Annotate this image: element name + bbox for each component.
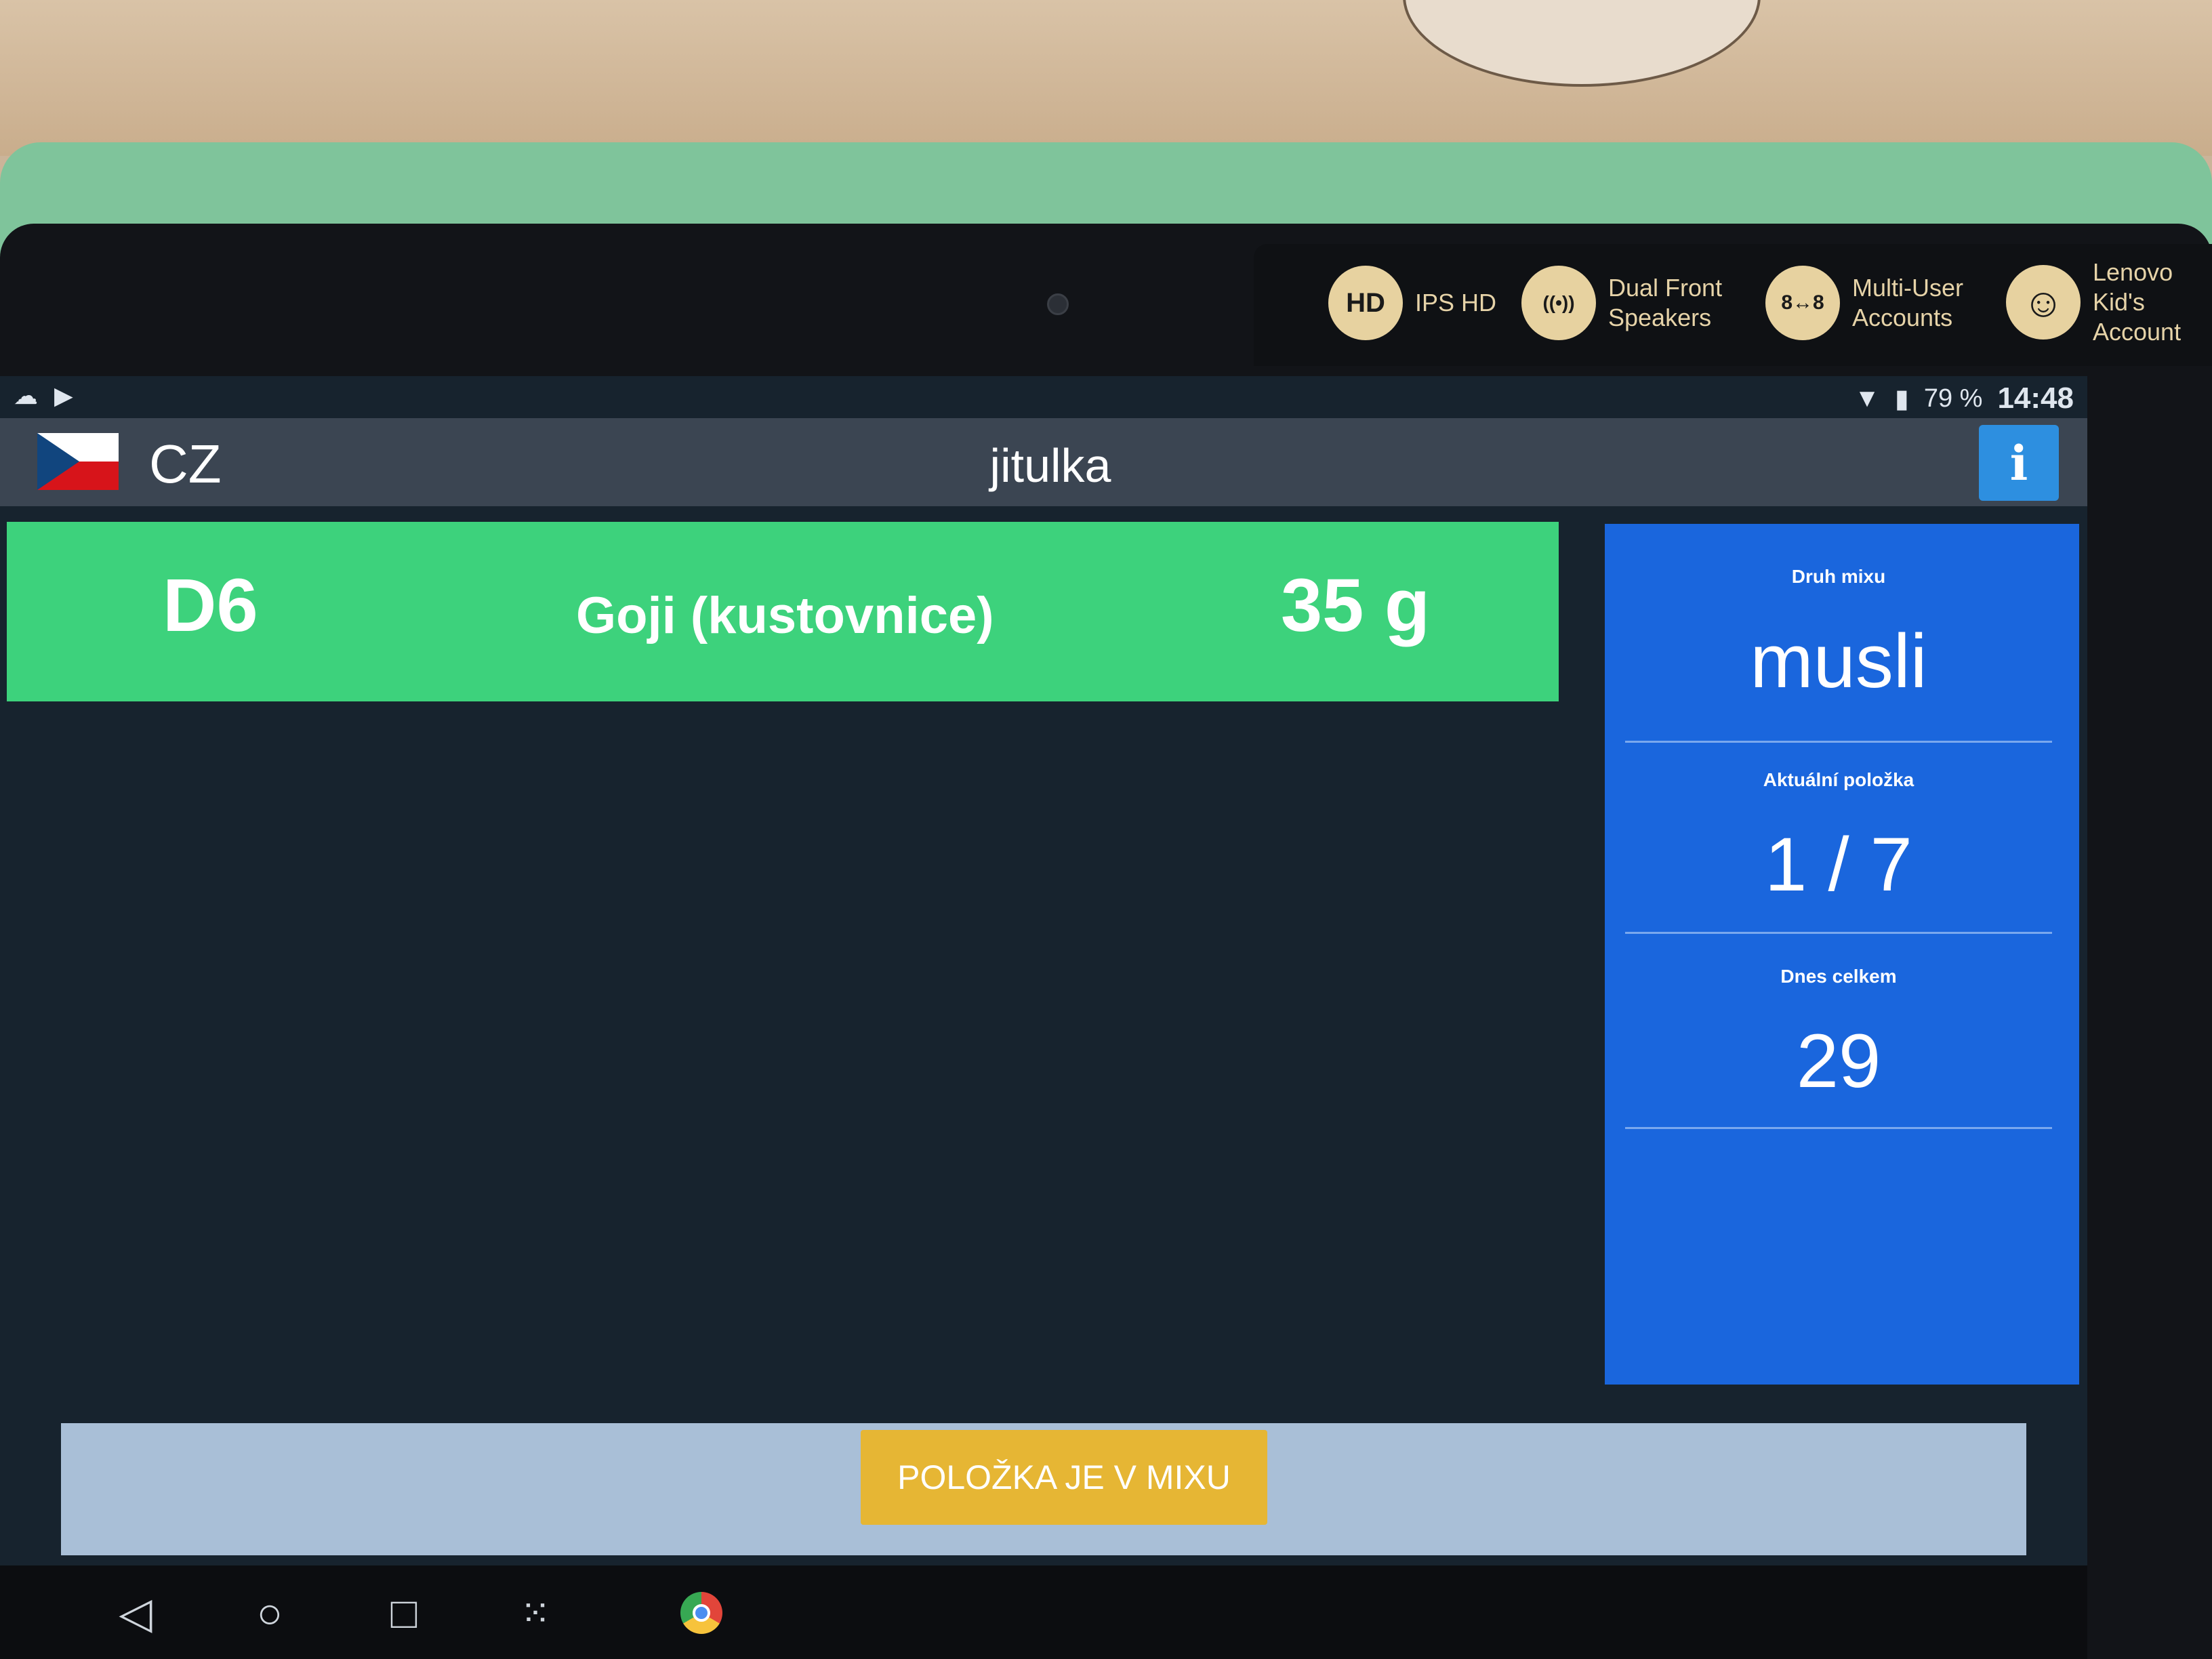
mix-type-value: musli (1750, 619, 1927, 703)
home-icon[interactable]: ○ (236, 1579, 304, 1647)
status-bar: ☁ ▶ ▼ ▮ 79 % 14:48 (0, 376, 2087, 417)
battery-percent: 79 % (1923, 384, 1983, 413)
app-screen: ☁ ▶ ▼ ▮ 79 % 14:48 CZ jitulka i D6 Goji … (0, 376, 2087, 1569)
czech-flag-icon[interactable] (37, 433, 119, 490)
app-header: CZ jitulka i (0, 418, 2087, 506)
apps-icon[interactable]: ⁙ (501, 1579, 569, 1647)
user-name: jitulka (989, 439, 1111, 492)
current-item-section: Aktuální položka 1 / 7 (1625, 727, 2052, 934)
clock: 14:48 (1997, 382, 2074, 415)
today-total-label: Dnes celkem (1780, 966, 1897, 987)
info-button[interactable]: i (1979, 425, 2059, 501)
item-code: D6 (163, 564, 258, 647)
play-store-icon: ▶ (54, 382, 73, 409)
mix-info-panel: Druh mixu musli Aktuální položka 1 / 7 D… (1605, 524, 2079, 1385)
today-total-section: Dnes celkem 29 (1625, 924, 2052, 1129)
feature-multi-user: 8↔8 Multi-User Accounts (1765, 266, 1963, 340)
battery-icon: ▮ (1894, 384, 1909, 413)
feature-ips-hd: HD IPS HD (1328, 266, 1496, 340)
wifi-icon: ▼ (1854, 384, 1880, 413)
item-in-mix-button[interactable]: POLOŽKA JE V MIXU (861, 1430, 1267, 1525)
users-icon: 8↔8 (1765, 266, 1840, 340)
hd-icon: HD (1328, 266, 1403, 340)
current-item-row: D6 Goji (kustovnice) 35 g (7, 522, 1559, 701)
wall-decoration (1403, 0, 1761, 87)
current-item-value: 1 / 7 (1765, 822, 1912, 907)
front-camera (1047, 293, 1069, 315)
recents-icon[interactable]: □ (370, 1579, 438, 1647)
mix-type-section: Druh mixu musli (1625, 524, 2052, 743)
feature-sticker: HD IPS HD ((•)) Dual Front Speakers 8↔8 … (1254, 244, 2212, 366)
speaker-icon: ((•)) (1521, 266, 1596, 340)
android-nav-bar: ◁ ○ □ ⁙ (0, 1565, 2087, 1659)
kids-icon: ☺ (2006, 265, 2081, 340)
chrome-icon[interactable] (668, 1579, 735, 1647)
item-quantity: 35 g (1281, 564, 1431, 647)
item-name: Goji (kustovnice) (576, 587, 994, 644)
cloud-icon: ☁ (14, 382, 38, 409)
back-icon[interactable]: ◁ (102, 1579, 169, 1647)
mix-type-label: Druh mixu (1791, 566, 1886, 587)
today-total-value: 29 (1796, 1019, 1881, 1103)
feature-kids-account: ☺ Lenovo Kid's Account (2006, 258, 2181, 347)
language-label[interactable]: CZ (149, 433, 222, 495)
current-item-label: Aktuální položka (1763, 769, 1914, 790)
feature-speakers: ((•)) Dual Front Speakers (1521, 266, 1722, 340)
background-wall (0, 0, 2212, 156)
action-bar: POLOŽKA JE V MIXU (61, 1423, 2026, 1555)
